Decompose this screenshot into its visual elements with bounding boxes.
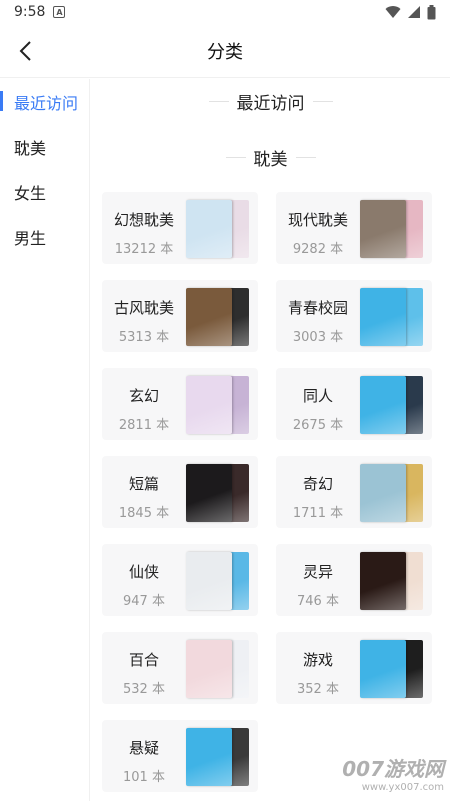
signal-icon [408,6,420,18]
category-name: 古风耽美 [113,299,174,317]
category-count: 532 本 [123,682,165,697]
section-danmei: 耽美 [91,145,450,170]
category-name: 短篇 [128,475,159,493]
category-count: 1711 本 [292,506,344,521]
sidebar-item-male[interactable]: 男生 [0,214,89,259]
category-count: 3003 本 [292,330,344,345]
category-count: 9282 本 [292,242,344,257]
category-card-xuanhuan[interactable]: 玄幻 2811 本 [102,368,258,440]
battery-icon [427,4,436,19]
category-count: 1845 本 [118,506,170,521]
book-cover [186,200,232,258]
wifi-icon [385,6,401,19]
category-card-xianxia[interactable]: 仙侠 947 本 [102,544,258,616]
sidebar-item-recent[interactable]: 最近访问 [0,79,89,124]
section-danmei-title: 耽美 [253,150,288,170]
category-name: 仙侠 [128,563,159,581]
category-name: 青春校园 [287,299,348,317]
sidebar: 最近访问 耽美 女生 男生 [0,79,90,801]
status-time: 9:58 [14,4,46,20]
category-name: 悬疑 [128,739,159,757]
book-cover [360,464,406,522]
divider [225,157,246,158]
category-count: 947 本 [123,594,165,609]
category-count: 352 本 [297,682,339,697]
book-cover [186,464,232,522]
category-card-campus[interactable]: 青春校园 3003 本 [276,280,432,352]
category-name: 玄幻 [128,387,159,405]
sidebar-item-label: 男生 [14,228,47,248]
notification-icon: A [53,6,66,18]
header: 分类 [0,24,450,78]
book-cover [360,288,406,346]
category-card-fantasy[interactable]: 奇幻 1711 本 [276,456,432,528]
category-card-modern-danmei[interactable]: 现代耽美 9282 本 [276,192,432,264]
divider [312,101,333,102]
watermark-url: www.yx007.com [361,782,444,793]
status-icons [385,4,436,20]
book-cover [186,640,232,698]
sidebar-item-label: 最近访问 [14,93,79,113]
category-name: 幻想耽美 [113,211,174,229]
category-name: 现代耽美 [287,211,348,229]
category-count: 2811 本 [118,418,170,433]
category-card-fanfic[interactable]: 同人 2675 本 [276,368,432,440]
category-count: 101 本 [123,770,165,785]
page-title: 分类 [207,41,243,63]
category-card-mystery[interactable]: 悬疑 101 本 [102,720,258,792]
chevron-left-icon [19,41,31,61]
category-card-game[interactable]: 游戏 352 本 [276,632,432,704]
section-recent: 最近访问 [91,89,450,114]
category-name: 灵异 [302,563,333,581]
category-name: 同人 [302,387,333,405]
category-card-short[interactable]: 短篇 1845 本 [102,456,258,528]
category-card-yuri[interactable]: 百合 532 本 [102,632,258,704]
divider [295,157,316,158]
category-card-ancient-danmei[interactable]: 古风耽美 5313 本 [102,280,258,352]
sidebar-item-danmei[interactable]: 耽美 [0,124,89,169]
status-bar: 9:58 A [0,0,450,24]
category-card-fantasy-danmei[interactable]: 幻想耽美 13212 本 [102,192,258,264]
book-cover [360,200,406,258]
category-name: 百合 [128,651,159,669]
category-name: 奇幻 [302,475,333,493]
section-recent-title: 最近访问 [236,94,305,114]
main-content: 最近访问 耽美 幻想耽美 13212 本 现代耽美 9282 本 古风耽美 53… [91,79,450,801]
book-cover [360,640,406,698]
category-count: 13212 本 [114,242,174,257]
watermark: 007游戏网 www.yx007.com [342,753,444,793]
category-card-supernatural[interactable]: 灵异 746 本 [276,544,432,616]
book-cover [360,552,406,610]
book-cover [186,288,232,346]
category-count: 2675 本 [292,418,344,433]
book-cover [360,376,406,434]
back-button[interactable] [10,36,40,66]
sidebar-item-female[interactable]: 女生 [0,169,89,214]
category-name: 游戏 [302,651,333,669]
watermark-text: 007游戏网 [342,757,444,781]
book-cover [186,552,232,610]
divider [208,101,229,102]
book-cover [186,376,232,434]
category-count: 5313 本 [118,330,170,345]
book-cover [186,728,232,786]
sidebar-item-label: 耽美 [14,138,47,158]
category-count: 746 本 [297,594,339,609]
sidebar-item-label: 女生 [14,183,47,203]
